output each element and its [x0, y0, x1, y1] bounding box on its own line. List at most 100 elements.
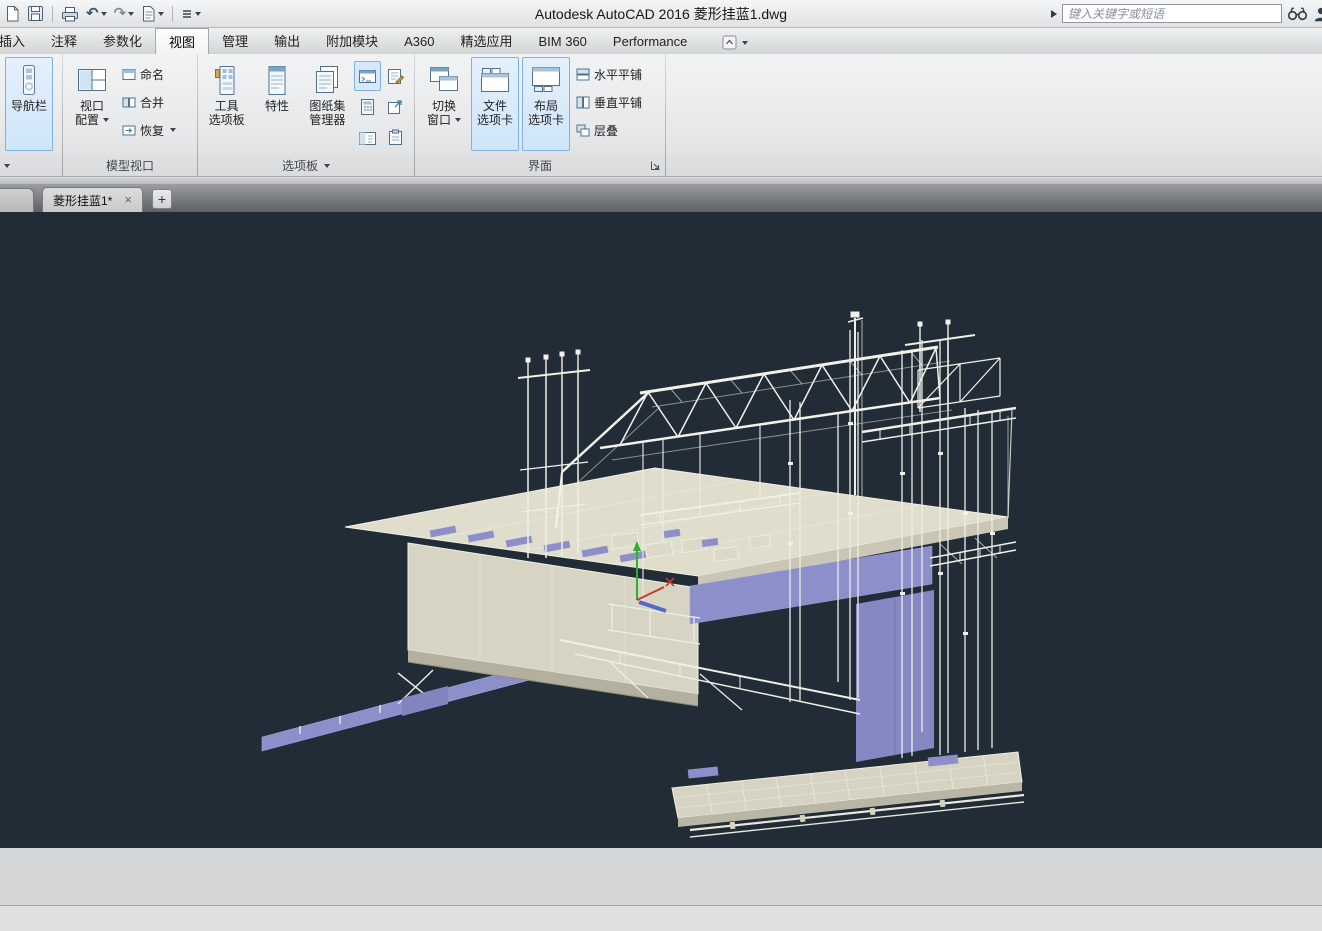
navigation-bar-toggle-button[interactable]: 导航栏 — [5, 57, 53, 151]
tab-output[interactable]: 输出 — [261, 28, 313, 54]
layout-tabs-toggle-button[interactable]: 布局 选项卡 — [522, 57, 570, 151]
restore-caret-icon — [170, 128, 176, 132]
new-file-icon — [5, 5, 20, 22]
panel-label-palettes[interactable]: 选项板 — [198, 155, 414, 176]
undo-icon: ↶ — [86, 6, 99, 22]
tab-featured-apps[interactable]: 精选应用 — [447, 28, 525, 54]
bottom-platform-group — [672, 752, 1024, 837]
design-center-button[interactable] — [354, 123, 381, 153]
panel-label-viewport-tools[interactable] — [0, 155, 62, 176]
tab-manage[interactable]: 管理 — [209, 28, 261, 54]
tile-horizontal-icon — [576, 68, 590, 81]
undo-dropdown-caret-icon[interactable] — [101, 12, 107, 16]
restore-viewports-button[interactable]: 恢复 — [119, 118, 179, 142]
ribbon-bottom-edge — [0, 177, 1322, 184]
viewport-config-caret-icon — [103, 118, 109, 122]
file-tab-active[interactable]: 菱形挂蓝1* × — [42, 187, 143, 212]
panel-dialog-launcher-icon[interactable] — [650, 160, 661, 171]
panel-label-interface[interactable]: 界面 — [415, 155, 665, 176]
new-drawing-tab-button[interactable]: + — [152, 189, 172, 209]
tab-performance[interactable]: Performance — [600, 28, 700, 54]
infocenter-search-input[interactable] — [1062, 4, 1282, 23]
print-button[interactable] — [59, 3, 81, 25]
layout-tabs-label-line2: 选项卡 — [528, 113, 564, 127]
named-viewports-button[interactable]: 命名 — [119, 62, 179, 86]
switch-windows-button[interactable]: 切换 窗口 — [420, 57, 468, 151]
viewport-config-label-line1: 视口 — [80, 99, 104, 113]
tile-horizontally-label: 水平平铺 — [594, 66, 642, 83]
join-viewports-label: 合并 — [140, 94, 164, 111]
file-tabs-toggle-icon — [480, 66, 510, 94]
ribbon-empty-space — [666, 54, 1322, 176]
drawing-canvas[interactable] — [0, 212, 1322, 848]
switch-windows-label-line1: 切换 — [432, 99, 456, 113]
markup-set-manager-button[interactable] — [382, 61, 409, 91]
tile-vertically-button[interactable]: 垂直平铺 — [573, 90, 645, 114]
infocenter-collapse-icon[interactable] — [1051, 10, 1057, 18]
tab-parametric[interactable]: 参数化 — [90, 28, 155, 54]
external-references-button[interactable] — [382, 92, 409, 122]
navigation-bar-icon — [15, 64, 43, 96]
tool-palettes-label-line2: 选项板 — [209, 113, 245, 127]
quick-access-toolbar: ↶ ↷ — [0, 3, 203, 25]
ribbon-minimize-caret-icon[interactable] — [742, 41, 748, 45]
properties-palette-button[interactable]: 特性 — [253, 57, 300, 151]
save-button[interactable] — [25, 3, 46, 25]
sheet-set-manager-button[interactable]: 图纸集 管理器 — [304, 57, 351, 151]
tab-annotate[interactable]: 注释 — [38, 28, 90, 54]
design-center-icon — [358, 129, 377, 147]
plot-button[interactable] — [139, 3, 166, 25]
toolbar-separator — [52, 6, 53, 22]
sign-in-button[interactable] — [1313, 6, 1322, 22]
join-viewports-button[interactable]: 合并 — [119, 90, 179, 114]
redo-dropdown-caret-icon[interactable] — [128, 12, 134, 16]
command-window-button[interactable] — [354, 61, 381, 91]
tab-bim360[interactable]: BIM 360 — [526, 28, 600, 54]
named-viewports-label: 命名 — [140, 66, 164, 83]
ribbon-minimize-icon[interactable] — [722, 35, 737, 50]
tab-view[interactable]: 视图 — [155, 28, 209, 54]
viewport-config-button[interactable]: 视口 配置 — [68, 57, 116, 151]
panel-flyout-caret-icon — [4, 164, 10, 168]
visual-styles-button[interactable] — [382, 123, 409, 153]
tab-insert[interactable]: 插入 — [0, 28, 38, 54]
file-tab-close-icon[interactable]: × — [124, 194, 132, 206]
cascade-button[interactable]: 层叠 — [573, 118, 645, 142]
model-viewports-label-text: 模型视口 — [106, 157, 154, 174]
infocenter — [1051, 4, 1322, 23]
search-binoculars-button[interactable] — [1287, 6, 1308, 21]
toolbar-separator — [172, 6, 173, 22]
redo-icon: ↷ — [114, 6, 127, 22]
tile-horizontally-button[interactable]: 水平平铺 — [573, 62, 645, 86]
sheet-set-manager-icon — [313, 65, 341, 96]
properties-icon — [266, 65, 288, 96]
switch-windows-caret-icon — [455, 118, 461, 122]
tab-addins[interactable]: 附加模块 — [313, 28, 391, 54]
tab-a360[interactable]: A360 — [391, 28, 447, 54]
redo-button[interactable]: ↷ — [112, 3, 137, 25]
switch-windows-icon — [429, 66, 459, 94]
tile-vertical-icon — [576, 96, 590, 109]
file-tab-partial[interactable] — [0, 188, 34, 212]
printer-icon — [61, 6, 79, 22]
quickcalc-button[interactable] — [354, 92, 381, 122]
panel-palettes: 工具 选项板 特性 图纸集 管理器 — [198, 54, 414, 176]
title-bar: ↶ ↷ Autodesk AutoCAD 2016 菱形挂蓝1.dwg — [0, 0, 1322, 28]
file-tabs-toggle-button[interactable]: 文件 选项卡 — [471, 57, 519, 151]
customize-qat-button[interactable] — [179, 3, 203, 25]
sheet-set-label-line2: 管理器 — [309, 113, 345, 127]
tool-palettes-button[interactable]: 工具 选项板 — [203, 57, 250, 151]
panel-viewport-tools: 导航栏 — [0, 54, 62, 176]
cascade-label: 层叠 — [594, 122, 618, 139]
palettes-label-text: 选项板 — [282, 157, 318, 174]
plus-icon: + — [158, 191, 166, 207]
plot-dropdown-caret-icon[interactable] — [158, 12, 164, 16]
panel-label-model-viewports[interactable]: 模型视口 — [63, 155, 197, 176]
undo-button[interactable]: ↶ — [84, 3, 109, 25]
command-line-area[interactable] — [0, 848, 1322, 906]
palette-small-buttons — [354, 57, 409, 155]
layout-tabs-label-line1: 布局 — [534, 99, 558, 113]
new-file-button[interactable] — [3, 3, 22, 25]
tile-vertically-label: 垂直平铺 — [594, 94, 642, 111]
interface-label-text: 界面 — [528, 157, 552, 174]
